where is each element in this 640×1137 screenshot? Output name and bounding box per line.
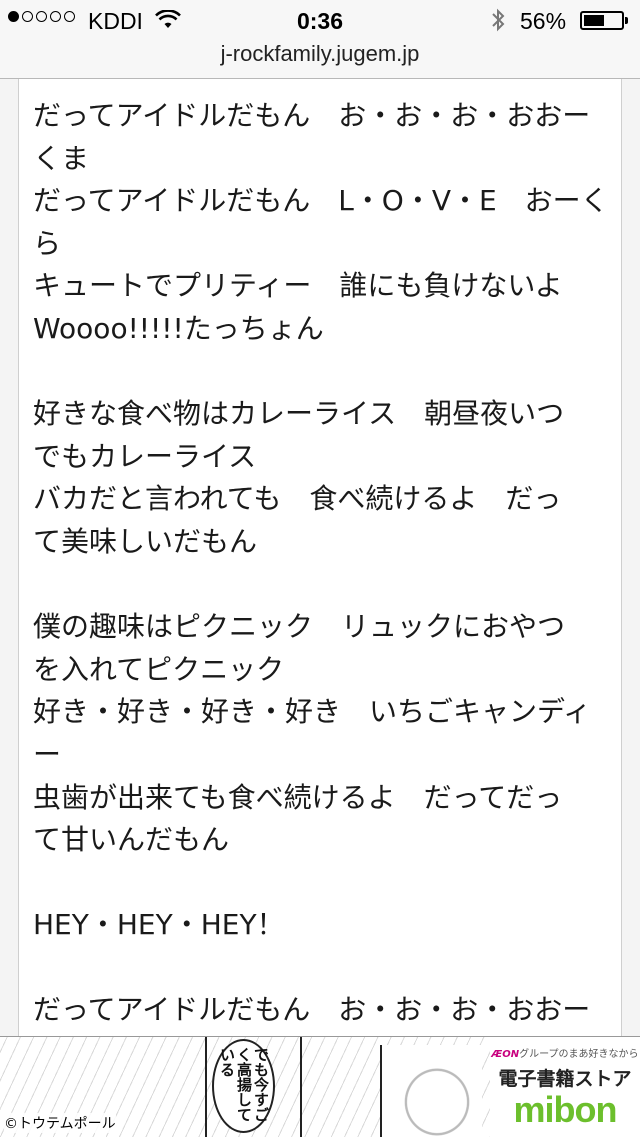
lyric-line: だってアイドルだもん お・お・お・おおー: [33, 99, 591, 132]
page-content[interactable]: だってアイドルだもん お・お・お・おおー くまだってアイドルだもん L・O・V・E…: [18, 79, 622, 1036]
lyric-line: バカだと言われても 食べ続けるよ だっ: [33, 482, 562, 516]
lyric-line: 好き・好き・好き・好き いちごキャンディ: [33, 695, 592, 729]
speech-bubble: でも今すごく高揚している: [212, 1039, 275, 1133]
url-text[interactable]: j-rockfamily.jugem.jp: [221, 41, 420, 66]
store-tagline: ÆONグループのまあ好きなから: [491, 1049, 639, 1060]
lyric-line: だってアイドルだもん L・O・V・E おーく: [33, 184, 609, 218]
lyrics-text: だってアイドルだもん お・お・お・おおー くまだってアイドルだもん L・O・V・E…: [19, 79, 621, 1036]
store-name: 電子書籍ストア: [498, 1068, 632, 1090]
battery-percent: 56%: [520, 8, 567, 34]
lyric-line: て美味しいだもん: [33, 524, 258, 558]
lyric-line: 好きな食べ物はカレーライス 朝昼夜いつ: [33, 397, 565, 431]
character-face: [380, 1045, 482, 1137]
lyric-line: でもカレーライス: [33, 439, 257, 473]
lyric-line: くま: [33, 141, 90, 175]
address-bar[interactable]: j-rockfamily.jugem.jp: [0, 40, 640, 79]
bluetooth-icon: [490, 7, 506, 39]
lyric-line: 虫歯が出来ても食べ続けるよ だってだっ: [33, 780, 563, 814]
lyric-line: ら: [33, 226, 62, 260]
status-bar: KDDI 0:36 56%: [0, 0, 640, 40]
lyric-line: を入れてピクニック: [33, 652, 285, 686]
battery-icon: [580, 11, 628, 30]
ad-copyright: ©トウテムポール: [4, 1113, 116, 1133]
mibon-logo: mibon: [513, 1089, 618, 1130]
lyric-line: ー: [33, 737, 62, 771]
aeon-logo: ÆON: [491, 1049, 520, 1060]
lyric-line: て甘いんだもん: [33, 823, 230, 857]
lyric-line: Woooo!!!!!たっちょん: [33, 311, 324, 345]
manga-illustration: でも今すごく高揚している ©トウテムポール: [0, 1037, 490, 1137]
store-logo-block[interactable]: ÆONグループのまあ好きなから 電子書籍ストア mibon: [490, 1037, 640, 1137]
lyric-line: だってアイドルだもん お・お・お・おおー: [33, 993, 591, 1027]
lyric-line: 僕の趣味はピクニック リュックにおやつ: [33, 610, 566, 644]
lyric-line: HEY・HEY・HEY！: [33, 908, 285, 942]
lyric-line: キュートでプリティー 誰にも負けないよ: [33, 269, 563, 303]
ad-banner[interactable]: でも今すごく高揚している ©トウテムポール ÆONグループのまあ好きなから 電子…: [0, 1036, 640, 1137]
